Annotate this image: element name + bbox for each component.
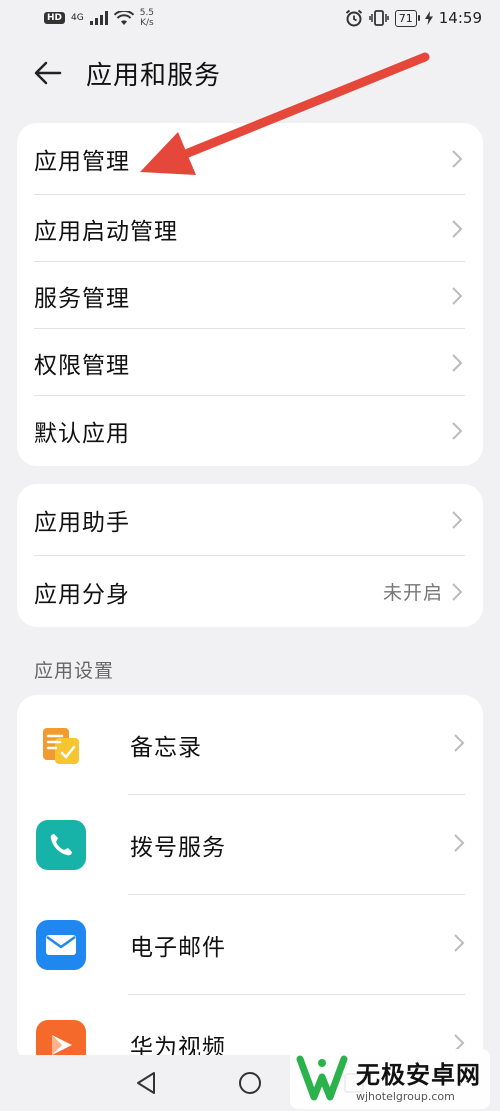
chevron-right-icon bbox=[451, 582, 465, 602]
app-label: 备忘录 bbox=[130, 735, 202, 761]
nav-home-button[interactable] bbox=[230, 1063, 270, 1103]
notepad-icon bbox=[36, 720, 86, 770]
chevron-right-icon bbox=[451, 421, 465, 441]
row-label: 应用管理 bbox=[34, 149, 130, 175]
row-app-assistant[interactable]: 应用助手 bbox=[17, 484, 483, 556]
chevron-right-icon bbox=[453, 933, 465, 957]
watermark-title: 无极安卓网 bbox=[356, 1061, 481, 1089]
app-label: 电子邮件 bbox=[130, 935, 226, 961]
app-settings-list: 备忘录 拨号服务 电子邮件 华为视频 bbox=[17, 695, 483, 1065]
row-label: 应用启动管理 bbox=[34, 218, 178, 245]
alarm-icon bbox=[345, 9, 362, 27]
status-bar: HD 4G 5.5 K/s 71 14:59 bbox=[0, 0, 500, 36]
phone-icon bbox=[36, 820, 86, 870]
battery-level: 71 bbox=[398, 11, 413, 25]
app-row-dialer[interactable]: 拨号服务 bbox=[17, 795, 483, 895]
chevron-right-icon bbox=[451, 149, 465, 169]
app-row-notepad[interactable]: 备忘录 bbox=[17, 695, 483, 795]
watermark-url: wjhotelgroup.com bbox=[356, 1090, 455, 1103]
net-speed: 5.5 K/s bbox=[140, 8, 154, 28]
network-type: 4G bbox=[71, 13, 84, 23]
hd-badge: HD bbox=[44, 12, 66, 24]
clock: 14:59 bbox=[438, 9, 482, 27]
status-right: 71 14:59 bbox=[345, 9, 482, 27]
app-row-email[interactable]: 电子邮件 bbox=[17, 895, 483, 995]
back-arrow-icon bbox=[34, 61, 62, 85]
page-title: 应用和服务 bbox=[86, 60, 222, 91]
signal-icon bbox=[89, 11, 108, 25]
row-service-management[interactable]: 服务管理 bbox=[17, 262, 483, 329]
settings-group-2: 应用助手 应用分身 未开启 bbox=[17, 484, 483, 627]
back-button[interactable] bbox=[32, 57, 64, 89]
section-label: 应用设置 bbox=[34, 660, 115, 682]
header: 应用和服务 bbox=[0, 48, 500, 98]
circle-home-icon bbox=[239, 1072, 261, 1094]
watermark-logo-icon bbox=[296, 1055, 348, 1101]
watermark: 无极安卓网 wjhotelgroup.com bbox=[290, 1049, 490, 1109]
chevron-right-icon bbox=[451, 510, 465, 530]
chevron-right-icon bbox=[453, 833, 465, 857]
row-label: 应用助手 bbox=[34, 510, 130, 536]
mail-icon bbox=[36, 920, 86, 970]
battery-icon: 71 bbox=[394, 9, 420, 27]
chevron-right-icon bbox=[451, 353, 465, 373]
row-label: 应用分身 bbox=[34, 581, 130, 608]
chevron-right-icon bbox=[451, 286, 465, 306]
charging-icon bbox=[424, 11, 433, 25]
row-permission-management[interactable]: 权限管理 bbox=[17, 329, 483, 396]
chevron-right-icon bbox=[451, 219, 465, 239]
row-value: 未开启 bbox=[382, 582, 443, 604]
row-label: 服务管理 bbox=[34, 285, 130, 312]
wifi-icon bbox=[113, 10, 134, 25]
vibrate-icon bbox=[369, 10, 389, 26]
triangle-back-icon bbox=[137, 1072, 155, 1094]
speed-unit: K/s bbox=[140, 18, 154, 28]
speed-value: 5.5 bbox=[139, 8, 155, 18]
nav-back-button[interactable] bbox=[126, 1063, 166, 1103]
chevron-right-icon bbox=[453, 733, 465, 757]
status-left: HD 4G 5.5 K/s bbox=[44, 8, 154, 28]
row-app-twin[interactable]: 应用分身 未开启 bbox=[17, 556, 483, 627]
row-label: 默认应用 bbox=[34, 421, 130, 447]
watermark-text: 无极安卓网 wjhotelgroup.com bbox=[356, 1055, 481, 1103]
row-label: 权限管理 bbox=[34, 352, 130, 379]
row-app-launch-management[interactable]: 应用启动管理 bbox=[17, 195, 483, 262]
row-default-apps[interactable]: 默认应用 bbox=[17, 396, 483, 466]
app-label: 拨号服务 bbox=[130, 835, 226, 861]
row-app-management[interactable]: 应用管理 bbox=[17, 123, 483, 195]
settings-group-1: 应用管理 应用启动管理 服务管理 权限管理 默认应用 bbox=[17, 123, 483, 466]
